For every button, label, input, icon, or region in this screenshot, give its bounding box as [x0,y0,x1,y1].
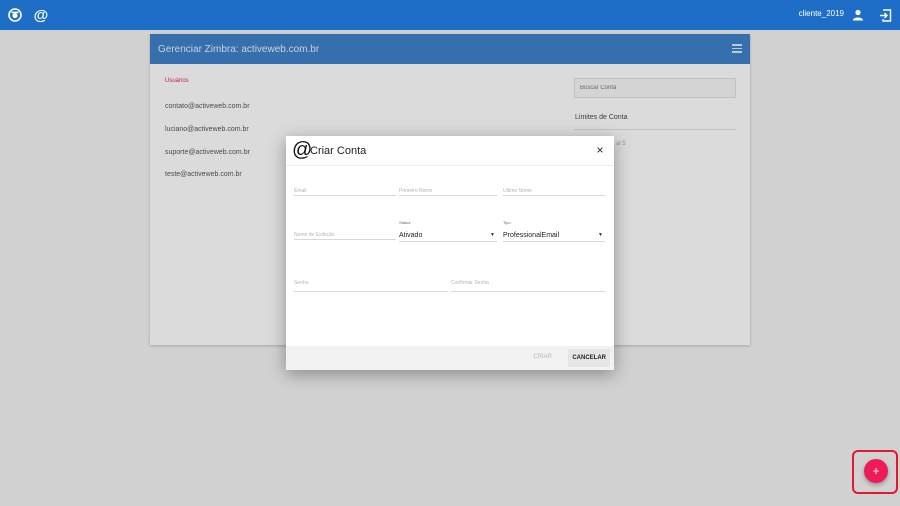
last-name-input[interactable] [503,186,605,196]
dropdown-arrow-icon: ▼ [598,232,603,238]
status-value: Ativado [399,232,423,239]
at-icon[interactable]: @ [32,6,50,24]
email-input[interactable] [294,186,396,196]
logout-icon[interactable] [876,6,894,24]
type-select[interactable]: ProfessionalEmail ▼ [503,230,605,242]
dialog-header: @ Criar Conta × [286,136,614,166]
top-app-bar: @ cliente_2019 [0,0,900,30]
type-value: ProfessionalEmail [503,232,560,239]
first-name-input[interactable] [399,186,497,196]
confirm-password-input[interactable] [451,275,605,292]
app-logo-icon[interactable] [6,6,24,24]
status-select[interactable]: Ativado ▼ [399,230,497,242]
dropdown-arrow-icon: ▼ [490,232,495,238]
display-name-input[interactable] [294,230,396,240]
cancel-button[interactable]: CANCELAR [568,349,610,367]
username-label: cliente_2019 [798,9,844,18]
user-icon[interactable] [849,6,867,24]
status-label: Status [399,220,411,225]
dialog-footer: CRIAR CANCELAR [286,346,614,370]
add-fab-button[interactable]: + [864,459,888,483]
close-icon[interactable]: × [594,144,606,156]
create-account-dialog: @ Criar Conta × Status Ativado ▼ Tipo Pr… [286,136,614,370]
create-button[interactable]: CRIAR [529,352,556,362]
dialog-title: Criar Conta [310,145,367,157]
password-input[interactable] [294,275,448,292]
type-label: Tipo [503,220,511,225]
